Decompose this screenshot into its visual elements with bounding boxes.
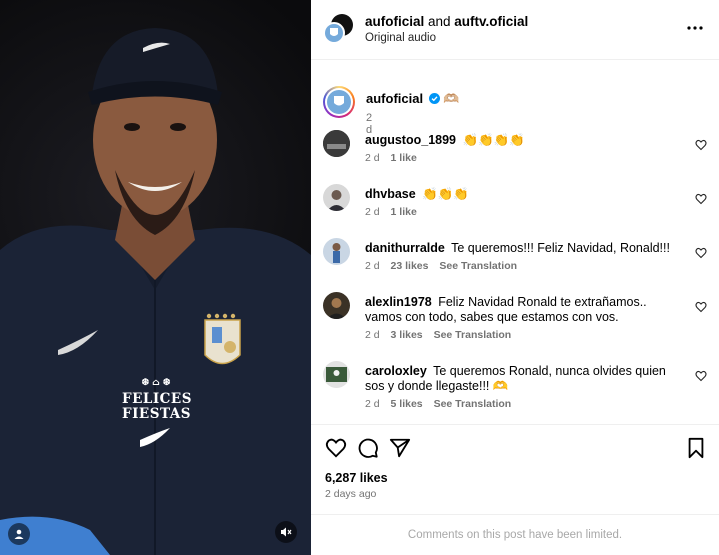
collab-avatars[interactable] bbox=[323, 14, 353, 44]
comment-likes[interactable]: 1 like bbox=[391, 206, 417, 218]
post-header: aufoficial and auftv.oficial Original au… bbox=[311, 0, 719, 60]
avatar[interactable] bbox=[323, 292, 350, 319]
see-translation-link[interactable]: See Translation bbox=[434, 398, 512, 410]
comment-text-line: caroloxley Te queremos Ronald, nunca olv… bbox=[365, 364, 685, 394]
avatar[interactable] bbox=[323, 86, 355, 118]
likes-count[interactable]: 6,287 likes bbox=[325, 471, 388, 485]
comment-time: 2 d bbox=[365, 152, 380, 164]
comment-time: 2 d bbox=[365, 329, 380, 341]
comment-username[interactable]: alexlin1978 bbox=[365, 295, 432, 309]
comment-text-line: dhvbase 👏👏👏 bbox=[365, 187, 685, 202]
like-heart-icon[interactable] bbox=[325, 437, 347, 459]
comment-body: 👏👏👏👏 bbox=[462, 133, 525, 147]
header-user-secondary[interactable]: auftv.oficial bbox=[454, 14, 528, 29]
comment-text-line: alexlin1978 Feliz Navidad Ronald te extr… bbox=[365, 295, 685, 325]
comment-username[interactable]: caroloxley bbox=[365, 364, 427, 378]
header-joiner: and bbox=[424, 14, 455, 29]
comment-meta: 2 d 23 likes See Translation bbox=[365, 260, 525, 272]
post-media[interactable]: ❆ ⌂ ❆ FELICES FIESTAS bbox=[0, 0, 311, 555]
comment-meta: 2 d 1 like bbox=[365, 152, 425, 164]
like-heart-icon[interactable] bbox=[695, 246, 707, 259]
comment-likes[interactable]: 1 like bbox=[391, 152, 417, 164]
muted-speaker-icon[interactable] bbox=[275, 521, 297, 543]
comment-meta: 2 d 1 like bbox=[365, 206, 425, 218]
post-date: 2 days ago bbox=[325, 488, 377, 500]
comments-limited-notice: Comments on this post have been limited. bbox=[311, 514, 719, 555]
caption-emoji: 🫶🏼 bbox=[443, 91, 460, 106]
comment-username[interactable]: danithurralde bbox=[365, 241, 445, 255]
post-panel: aufoficial and auftv.oficial Original au… bbox=[311, 0, 719, 555]
header-user-primary[interactable]: aufoficial bbox=[365, 14, 424, 29]
comment-meta: 2 d 3 likes See Translation bbox=[365, 329, 519, 341]
felices-text: FELICES bbox=[122, 391, 192, 407]
comment-time: 2 d bbox=[365, 398, 380, 410]
avatar[interactable] bbox=[323, 361, 350, 388]
comment-username[interactable]: augustoo_1899 bbox=[365, 133, 456, 147]
verified-badge-icon bbox=[428, 93, 440, 104]
save-bookmark-icon[interactable] bbox=[685, 437, 707, 459]
comment-bubble-icon[interactable] bbox=[357, 437, 379, 459]
person-tag-icon[interactable] bbox=[8, 523, 30, 545]
comment-time: 2 d bbox=[365, 206, 380, 218]
avatar[interactable] bbox=[323, 130, 350, 157]
more-options-icon[interactable] bbox=[685, 20, 705, 36]
comment-likes[interactable]: 3 likes bbox=[391, 329, 423, 341]
avatar[interactable] bbox=[323, 22, 345, 44]
comment-username[interactable]: dhvbase bbox=[365, 187, 416, 201]
felices-fiestas-logo: ❆ ⌂ ❆ FELICES FIESTAS bbox=[122, 378, 192, 422]
post-actions: 6,287 likes 2 days ago bbox=[311, 424, 719, 514]
share-paper-plane-icon[interactable] bbox=[389, 437, 411, 459]
comment-body: 👏👏👏 bbox=[422, 187, 469, 201]
comment-body: Te queremos!!! Feliz Navidad, Ronald!!! bbox=[451, 241, 670, 255]
audio-label[interactable]: Original audio bbox=[365, 32, 436, 44]
header-title: aufoficial and auftv.oficial bbox=[365, 14, 528, 29]
fiestas-text: FIESTAS bbox=[122, 406, 191, 422]
caption-username-line: aufoficial 🫶🏼 bbox=[366, 91, 460, 107]
like-heart-icon[interactable] bbox=[695, 138, 707, 151]
caption-username[interactable]: aufoficial bbox=[366, 91, 423, 106]
like-heart-icon[interactable] bbox=[695, 300, 707, 313]
avatar[interactable] bbox=[323, 184, 350, 211]
see-translation-link[interactable]: See Translation bbox=[439, 260, 517, 272]
like-heart-icon[interactable] bbox=[695, 192, 707, 205]
comment-meta: 2 d 5 likes See Translation bbox=[365, 398, 519, 410]
comment-text-line: augustoo_1899 👏👏👏👏 bbox=[365, 133, 685, 148]
player-photo bbox=[0, 28, 311, 555]
comment-likes[interactable]: 5 likes bbox=[391, 398, 423, 410]
see-translation-link[interactable]: See Translation bbox=[434, 329, 512, 341]
comment-likes[interactable]: 23 likes bbox=[391, 260, 429, 272]
avatar[interactable] bbox=[323, 238, 350, 265]
like-heart-icon[interactable] bbox=[695, 369, 707, 382]
comment-time: 2 d bbox=[365, 260, 380, 272]
comment-text-line: danithurralde Te queremos!!! Feliz Navid… bbox=[365, 241, 685, 256]
comments-list[interactable]: aufoficial 🫶🏼 2 d augustoo_1899 👏👏👏👏 2 d… bbox=[311, 60, 719, 424]
